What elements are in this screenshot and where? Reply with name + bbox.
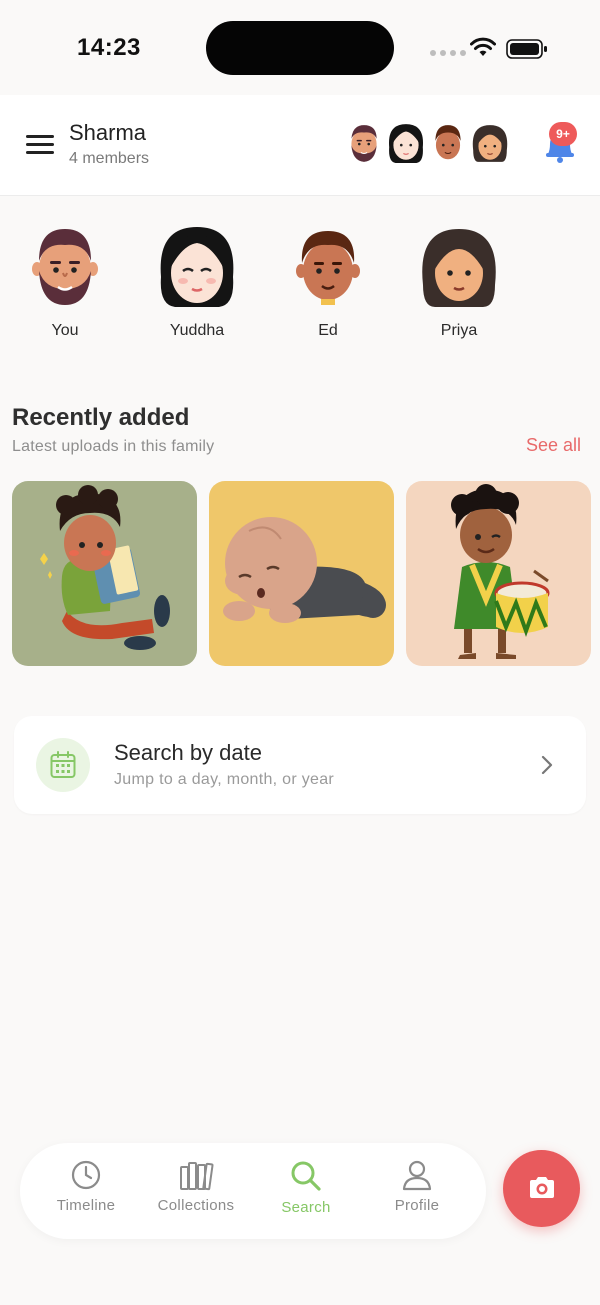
black-haired-woman-avatar	[160, 227, 234, 307]
recent-photo-1[interactable]	[12, 481, 197, 666]
calendar-icon-badge	[36, 738, 90, 792]
boy-avatar	[435, 125, 461, 160]
notification-badge: 9+	[549, 122, 577, 146]
search-by-date-title: Search by date	[114, 740, 262, 765]
camera-fab-button[interactable]	[503, 1150, 580, 1227]
member-name: Ed	[318, 322, 338, 339]
bearded-man-avatar	[32, 229, 98, 305]
nav-label: Timeline	[56, 1197, 116, 1214]
bearded-man-avatar	[351, 125, 377, 162]
hamburger-menu-icon[interactable]	[26, 135, 54, 155]
boy-avatar	[296, 231, 360, 305]
signal-dots-icon	[430, 50, 466, 56]
member-name: You	[51, 322, 79, 339]
recently-added-title: Recently added	[12, 404, 190, 431]
nav-label: Search	[281, 1199, 331, 1216]
member-avatar-stack[interactable]	[343, 120, 511, 166]
chevron-right-icon	[541, 755, 553, 775]
calendar-icon	[50, 751, 76, 778]
nav-profile[interactable]: Profile	[362, 1159, 472, 1214]
battery-icon	[506, 39, 547, 59]
recently-added-subtitle: Latest uploads in this family	[12, 438, 215, 455]
recent-photo-3[interactable]	[406, 481, 591, 666]
status-time: 14:23	[77, 34, 141, 61]
family-name: Sharma	[69, 120, 147, 145]
member-yuddha[interactable]: Yuddha	[147, 225, 247, 340]
girl-avatar	[472, 125, 508, 162]
boy-playing-drum-illustration	[451, 484, 550, 659]
nav-timeline[interactable]: Timeline	[31, 1159, 141, 1214]
member-priya[interactable]: Priya	[409, 225, 509, 340]
search-by-date-card[interactable]: Search by date Jump to a day, month, or …	[14, 716, 586, 814]
member-name: Priya	[440, 322, 478, 339]
see-all-link[interactable]: See all	[526, 435, 581, 456]
bottom-nav: Timeline Collections Search Profile	[20, 1143, 486, 1239]
nav-label: Collections	[157, 1197, 235, 1214]
sleeping-baby-illustration	[223, 517, 386, 623]
member-you[interactable]: You	[15, 225, 115, 340]
search-icon	[291, 1161, 321, 1191]
status-bar: 14:23	[0, 0, 600, 95]
nav-search[interactable]: Search	[251, 1159, 361, 1216]
recent-photo-2[interactable]	[209, 481, 394, 666]
app-header: Sharma 4 members	[0, 95, 600, 196]
clock-icon	[71, 1160, 101, 1190]
member-count: 4 members	[69, 150, 150, 167]
wifi-icon	[470, 37, 496, 56]
boy-reading-book-illustration	[40, 485, 170, 650]
camera-icon	[530, 1177, 554, 1198]
girl-avatar	[422, 229, 496, 307]
members-row: You Yuddha Ed Priya	[0, 225, 600, 345]
dynamic-island	[206, 21, 394, 75]
nav-collections[interactable]: Collections	[141, 1159, 251, 1214]
black-haired-woman-avatar	[388, 124, 424, 163]
member-name: Yuddha	[169, 322, 225, 339]
member-ed[interactable]: Ed	[278, 225, 378, 340]
books-icon	[180, 1162, 214, 1191]
nav-label: Profile	[394, 1197, 440, 1214]
search-by-date-subtitle: Jump to a day, month, or year	[114, 771, 335, 788]
person-icon	[402, 1160, 432, 1191]
